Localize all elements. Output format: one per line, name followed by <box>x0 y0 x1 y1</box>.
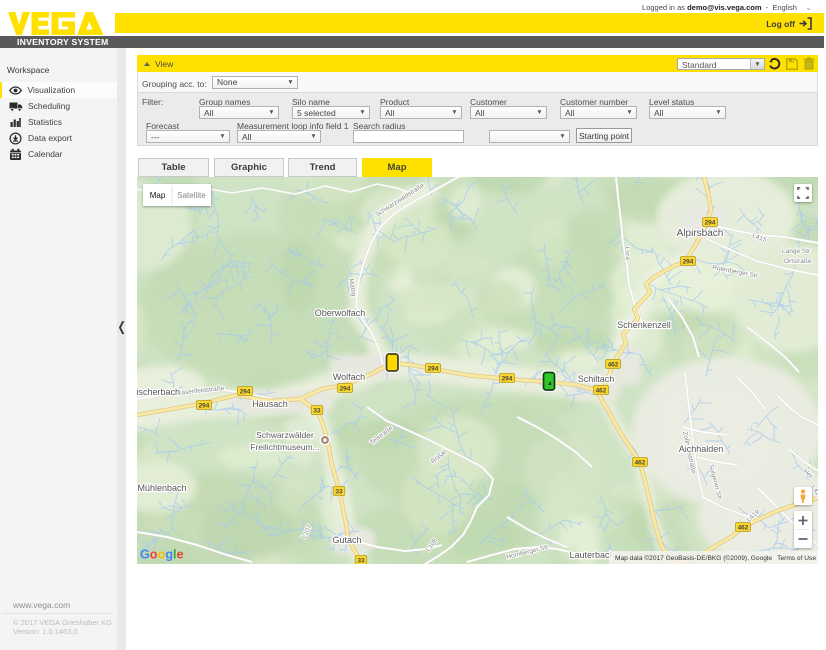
svg-text:o: o <box>158 548 166 562</box>
svg-text:Oberwolfach: Oberwolfach <box>315 308 366 318</box>
svg-text:Aichhalden: Aichhalden <box>679 444 724 454</box>
svg-text:Fischerbach: Fischerbach <box>137 387 180 397</box>
svg-text:33: 33 <box>335 489 343 496</box>
svg-text:Gutach: Gutach <box>332 535 361 545</box>
svg-text:g: g <box>165 548 173 562</box>
svg-text:G: G <box>140 548 150 562</box>
svg-text:Lauterbach: Lauterbach <box>569 550 614 560</box>
svg-text:294: 294 <box>428 366 439 373</box>
svg-text:Wolfach: Wolfach <box>333 372 365 382</box>
svg-text:Lora: Lora <box>623 247 631 261</box>
svg-text:294: 294 <box>199 403 210 410</box>
svg-text:462: 462 <box>608 362 619 369</box>
svg-text:Schwarzwälder: Schwarzwälder <box>256 430 314 440</box>
svg-text:Terms of Use: Terms of Use <box>777 555 816 562</box>
svg-text:Freilichtmuseum...: Freilichtmuseum... <box>250 442 319 452</box>
svg-text:33: 33 <box>313 408 321 415</box>
svg-text:294: 294 <box>683 259 694 266</box>
svg-text:462: 462 <box>596 388 607 395</box>
svg-text:462: 462 <box>635 460 646 467</box>
svg-text:Mühlenbach: Mühlenbach <box>137 483 186 493</box>
svg-text:Satellite: Satellite <box>177 191 206 200</box>
svg-text:Map data ©2017 GeoBasis-DE/BKG: Map data ©2017 GeoBasis-DE/BKG (©2009), … <box>615 554 772 562</box>
svg-text:o: o <box>150 548 158 562</box>
svg-text:e: e <box>177 548 184 562</box>
svg-text:33: 33 <box>357 558 365 565</box>
svg-text:462: 462 <box>738 525 749 532</box>
svg-text:294: 294 <box>502 376 513 383</box>
svg-text:Ortstraße: Ortstraße <box>784 258 812 265</box>
svg-text:Map: Map <box>150 191 166 200</box>
svg-text:Schenkenzell: Schenkenzell <box>617 320 671 330</box>
svg-text:Alpirsbach: Alpirsbach <box>677 228 724 239</box>
svg-text:Hausach: Hausach <box>252 399 288 409</box>
svg-text:Schiltach: Schiltach <box>578 374 615 384</box>
svg-text:294: 294 <box>340 386 351 393</box>
svg-text:294: 294 <box>240 389 251 396</box>
svg-text:294: 294 <box>705 220 716 227</box>
svg-text:Lange Str: Lange Str <box>782 248 811 255</box>
